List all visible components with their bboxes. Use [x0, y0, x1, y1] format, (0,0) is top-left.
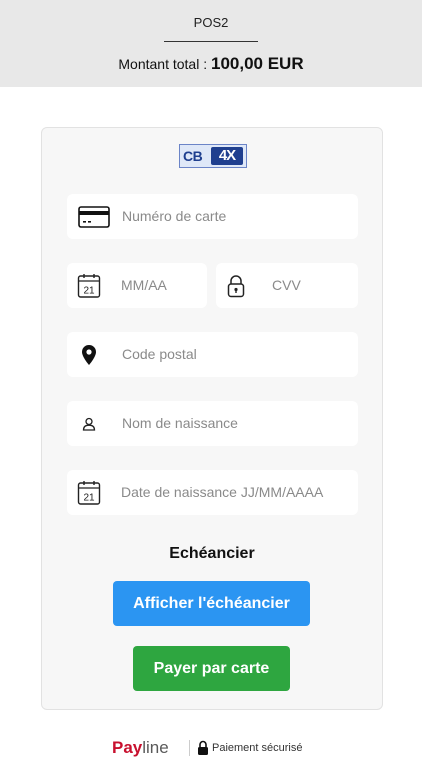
card-number-field[interactable]: Numéro de carte — [67, 194, 358, 239]
payment-form-card: CB 4X Numéro de carte 21 MM/AA CVV Code … — [41, 127, 383, 710]
secure-footer: Payline Paiement sécurisé — [0, 737, 422, 759]
amount-value: 100,00 EUR — [210, 54, 304, 73]
cvv-field[interactable]: CVV — [216, 263, 358, 308]
pay-by-card-button[interactable]: Payer par carte — [133, 646, 290, 691]
show-schedule-button[interactable]: Afficher l'échéancier — [113, 581, 310, 626]
order-summary-header: POS2 Montant total : 100,00 EUR — [0, 0, 422, 87]
payline-logo-pay: Pay — [112, 738, 143, 757]
expiry-date-field[interactable]: 21 MM/AA — [67, 263, 207, 308]
padlock-icon — [227, 263, 245, 308]
card-number-placeholder: Numéro de carte — [122, 208, 227, 224]
cvv-placeholder: CVV — [272, 277, 301, 293]
cb4x-logo: CB 4X — [179, 144, 247, 168]
calendar-icon: 21 — [77, 470, 101, 515]
merchant-name: POS2 — [193, 15, 229, 30]
payline-logo: Payline — [112, 737, 169, 759]
4x-logo-text: 4X — [218, 147, 236, 164]
cb-logo-text: CB — [183, 148, 203, 164]
postal-code-field[interactable]: Code postal — [67, 332, 358, 377]
footer-separator — [189, 740, 190, 756]
schedule-title: Echéancier — [169, 545, 255, 562]
birth-name-field[interactable]: Nom de naissance — [67, 401, 358, 446]
user-icon — [82, 401, 96, 446]
credit-card-icon — [78, 194, 110, 239]
lock-icon — [197, 740, 209, 756]
expiry-date-placeholder: MM/AA — [121, 277, 167, 293]
location-pin-icon — [81, 332, 97, 377]
calendar-icon: 21 — [77, 263, 101, 308]
svg-text:21: 21 — [83, 492, 95, 503]
birth-date-placeholder: Date de naissance JJ/MM/AAAA — [121, 484, 324, 500]
birth-date-field[interactable]: 21 Date de naissance JJ/MM/AAAA — [67, 470, 358, 515]
header-divider — [164, 41, 258, 42]
secure-payment-text: Paiement sécurisé — [212, 742, 303, 754]
payline-logo-line: line — [142, 738, 169, 757]
postal-code-placeholder: Code postal — [122, 346, 197, 362]
total-amount: Montant total : 100,00 EUR — [0, 54, 422, 74]
svg-text:21: 21 — [83, 285, 95, 296]
amount-label: Montant total : — [118, 56, 208, 72]
4x-logo-badge: 4X — [211, 147, 243, 165]
birth-name-placeholder: Nom de naissance — [122, 415, 238, 431]
